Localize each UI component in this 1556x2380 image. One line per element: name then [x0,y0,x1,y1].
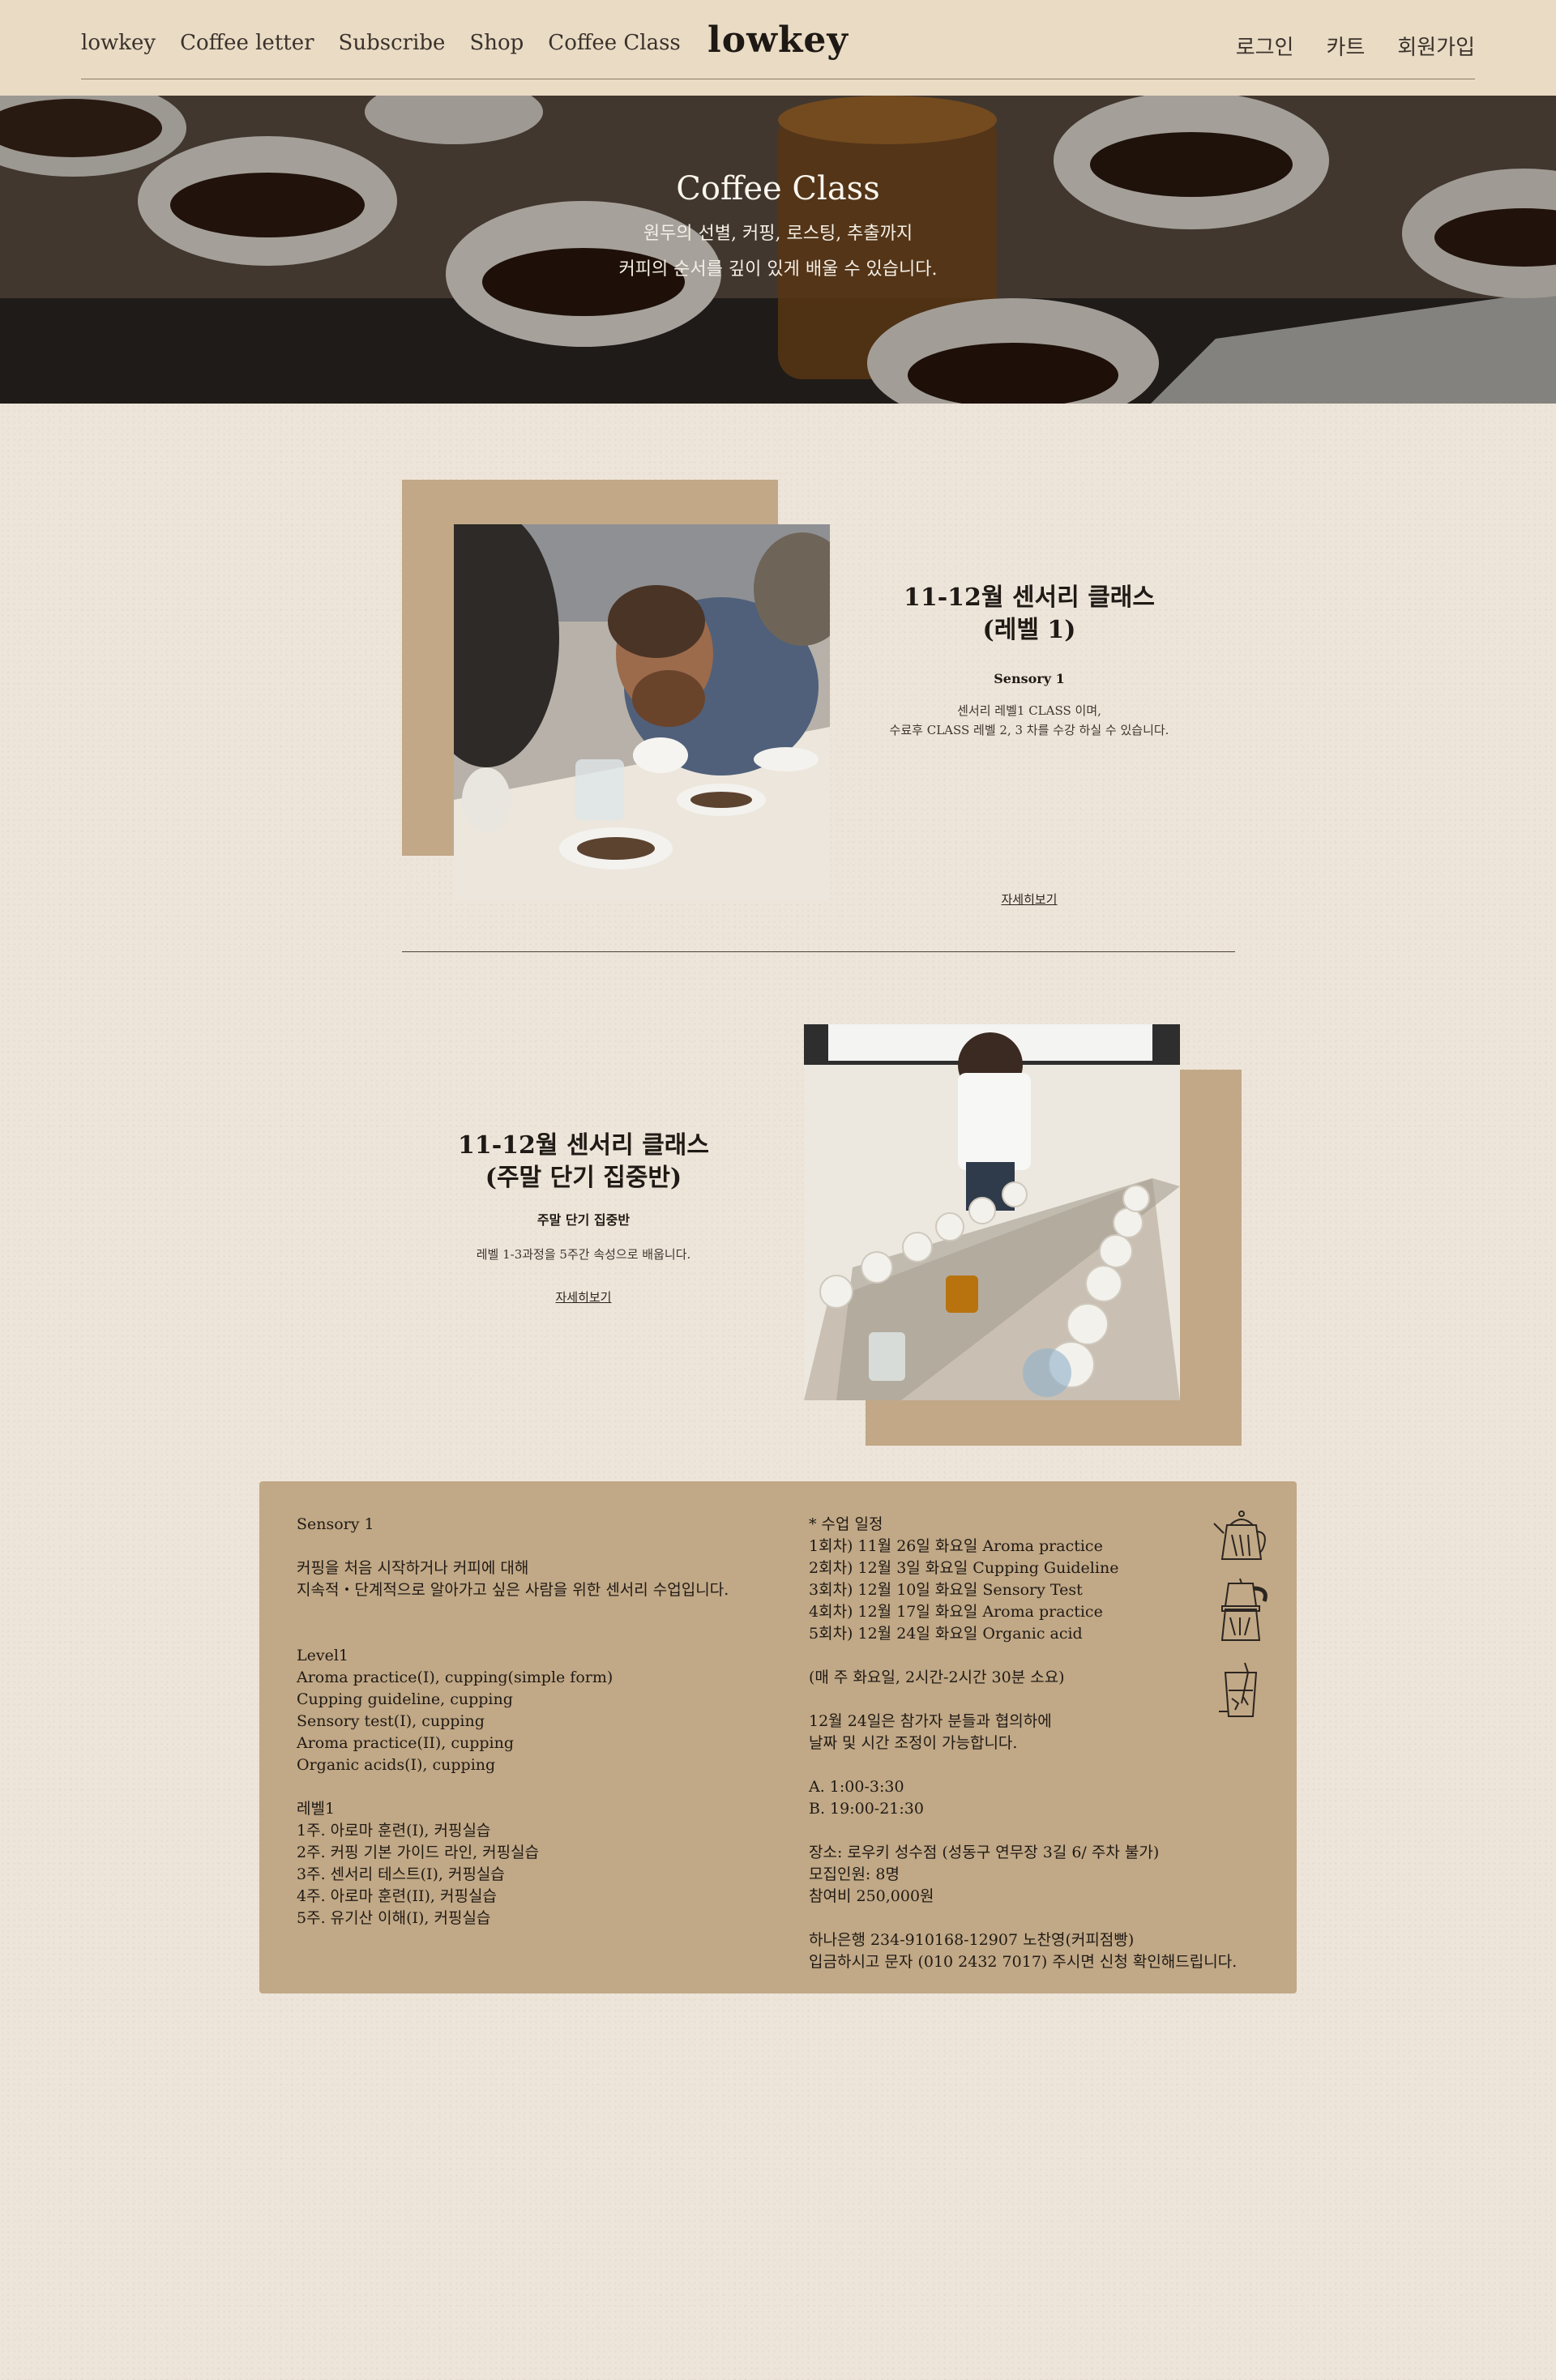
info-level-en-item: Cupping guideline, cupping [297,1690,513,1708]
info-duration: (매 주 화요일, 2시간-2시간 30분 소요) [809,1669,1065,1686]
site-header: lowkey Coffee letter Subscribe Shop Coff… [0,0,1556,96]
class2-title-line1: 11-12월 센서리 클래스 [457,1131,710,1160]
info-level-en-item: Aroma practice(I), cupping(simple form) [297,1669,613,1686]
info-sensory-title: Sensory 1 [297,1515,374,1533]
info-bank-account: 하나은행 234-910168-12907 노찬영(커피점빵) [809,1931,1135,1949]
class1-link-wrap: 자세히보기 [859,891,1199,908]
info-right-column: * 수업 일정 1회차) 11월 26일 화요일 Aroma practice … [809,1514,1279,1973]
account-nav: 로그인 카트 회원가입 [1236,31,1475,61]
cart-link[interactable]: 카트 [1326,31,1365,61]
info-level-en-header: Level1 [297,1647,349,1664]
info-note-line1: 12월 24일은 참가자 분들과 협의하에 [809,1712,1052,1730]
class2-subtitle: 주말 단기 집중반 [536,1212,631,1228]
info-schedule-item: 2회차) 12월 3일 화요일 Cupping Guideline [809,1559,1119,1577]
class-details-box: Sensory 1 커핑을 처음 시작하거나 커피에 대해 지속적・단계적으로 … [259,1481,1297,1993]
class1-desc-line2: 수료후 CLASS 레벨 2, 3 차를 수강 하실 수 있습니다. [889,723,1169,737]
info-level-ko-item: 2주. 커핑 기본 가이드 라인, 커핑실습 [297,1844,540,1861]
moka-pot-icon [1212,1577,1274,1648]
info-fee: 참여비 250,000원 [809,1887,934,1905]
class1-cupping-image [454,524,830,900]
info-schedule-item: 3회차) 12월 10일 화요일 Sensory Test [809,1581,1083,1599]
info-left-column: Sensory 1 커핑을 처음 시작하거나 커피에 대해 지속적・단계적으로 … [297,1514,767,1929]
info-intro-line1: 커핑을 처음 시작하거나 커피에 대해 [297,1559,529,1577]
info-level-ko-item: 1주. 아로마 훈련(I), 커핑실습 [297,1822,491,1839]
info-contact: 입금하시고 문자 (010 2432 7017) 주시면 신청 확인해드립니다. [809,1953,1238,1971]
class1-photo[interactable] [454,524,830,900]
class1-details-link[interactable]: 자세히보기 [1001,892,1057,907]
class1-desc-line1: 센서리 레벨1 CLASS 이며, [957,703,1101,718]
class1-title-line2: (레벨 1) [982,616,1076,644]
class2-link-wrap: 자세히보기 [421,1288,746,1305]
info-level-ko-header: 레벨1 [297,1800,336,1818]
info-schedule-header: * 수업 일정 [809,1515,883,1533]
class2-info: 11-12월 센서리 클래스 (주말 단기 집중반) 주말 단기 집중반 레벨 … [421,1130,746,1305]
class1-title-line1: 11-12월 센서리 클래스 [903,583,1156,612]
info-place: 장소: 로우키 성수점 (성동구 연무장 3길 6/ 주차 불가) [809,1844,1160,1861]
class2-photo[interactable] [804,1024,1180,1400]
info-note-line2: 날짜 및 시간 조정이 가능합니다. [809,1734,1018,1752]
hero-subtitle-line1: 원두의 선별, 커핑, 로스팅, 추출까지 [643,224,913,244]
class2-desc: 레벨 1-3과정을 5주간 속성으로 배웁니다. [476,1247,691,1262]
class2-cupping-table-image [804,1024,1180,1400]
info-schedule-item: 4회차) 12월 17일 화요일 Aroma practice [809,1603,1103,1621]
hero-cups-photo [0,96,1556,404]
class1-subtitle: Sensory 1 [994,671,1065,686]
info-time-b: B. 19:00-21:30 [809,1800,924,1818]
info-level-ko-item: 3주. 센서리 테스트(I), 커핑실습 [297,1865,505,1883]
info-intro-line2: 지속적・단계적으로 알아가고 싶은 사람을 위한 센서리 수업입니다. [297,1581,729,1599]
class1-info: 11-12월 센서리 클래스 (레벨 1) Sensory 1 센서리 레벨1 … [859,582,1199,740]
info-schedule-item: 5회차) 12월 24일 화요일 Organic acid [809,1625,1083,1643]
hero-subtitle-line2: 커피의 순서를 깊이 있게 배울 수 있습니다. [618,259,938,280]
signup-link[interactable]: 회원가입 [1397,31,1475,61]
class2-title-line2: (주말 단기 집중반) [485,1164,682,1192]
kettle-icon [1211,1502,1272,1567]
info-capacity: 모집인원: 8명 [809,1865,900,1883]
info-level-en-item: Aroma practice(II), cupping [297,1734,515,1752]
cold-brew-glass-icon [1214,1661,1271,1724]
login-link[interactable]: 로그인 [1236,31,1294,61]
info-level-en-item: Sensory test(I), cupping [297,1712,485,1730]
info-time-a: A. 1:00-3:30 [809,1778,904,1796]
hero-title: Coffee Class [676,170,880,207]
hero-banner: Coffee Class 원두의 선별, 커핑, 로스팅, 추출까지 커피의 순… [0,96,1556,404]
class2-details-link[interactable]: 자세히보기 [555,1290,611,1305]
info-level-ko-item: 5주. 유기산 이해(I), 커핑실습 [297,1909,491,1927]
info-level-en-item: Organic acids(I), cupping [297,1756,496,1774]
info-level-ko-item: 4주. 아로마 훈련(II), 커핑실습 [297,1887,497,1905]
info-schedule-item: 1회차) 11월 26일 화요일 Aroma practice [809,1537,1103,1555]
section-divider [402,951,1235,952]
